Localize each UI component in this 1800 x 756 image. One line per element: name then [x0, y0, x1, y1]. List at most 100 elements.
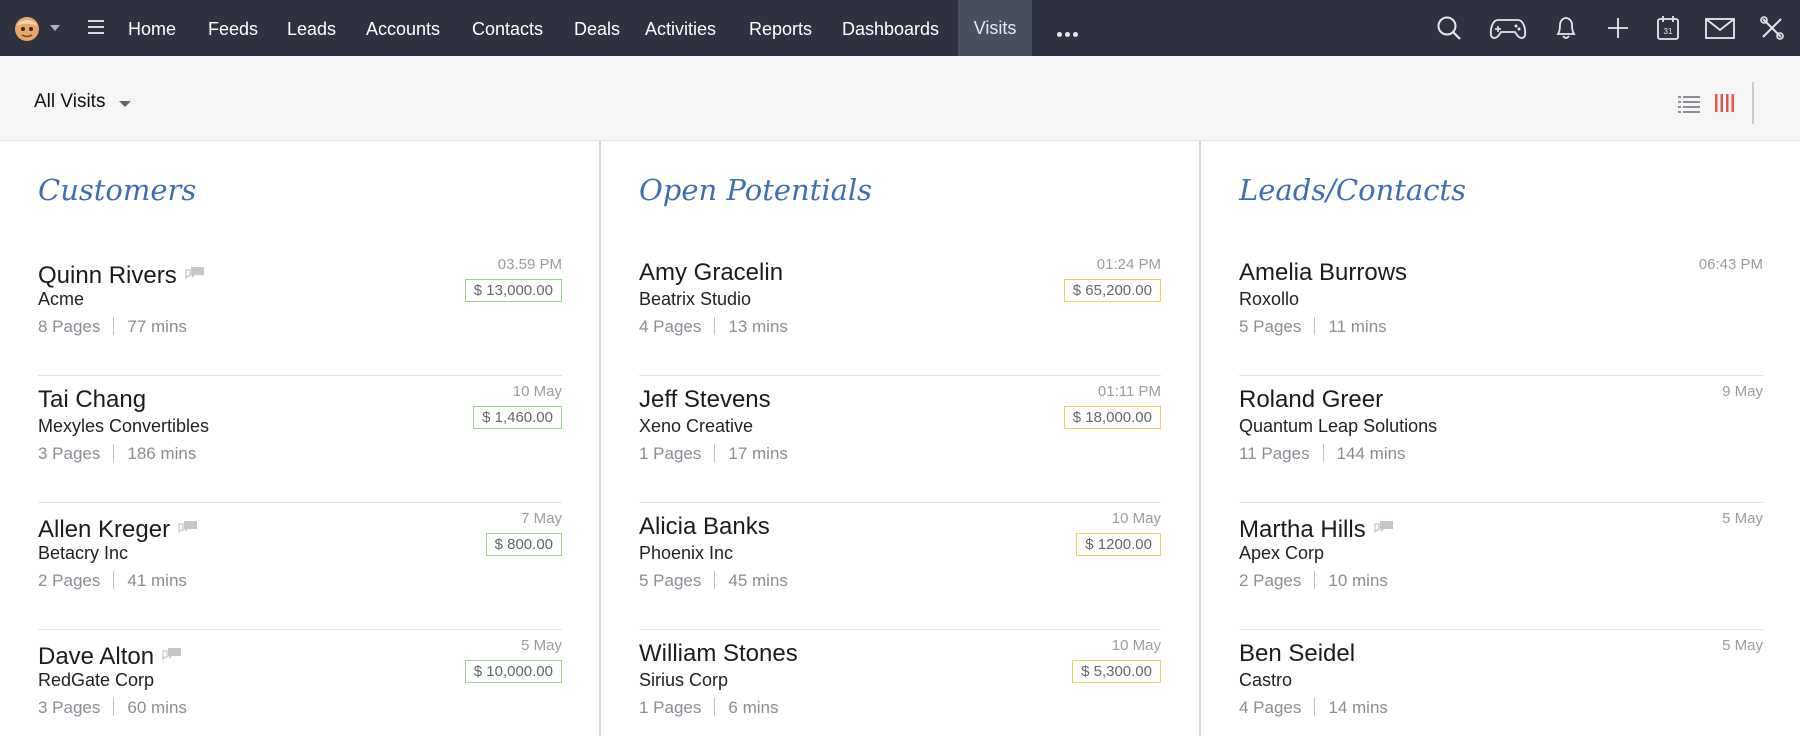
- company-name: Sirius Corp: [639, 670, 729, 690]
- visit-duration: 144 mins: [1336, 444, 1406, 463]
- column-title: Leads/Contacts: [1239, 173, 1466, 207]
- plus-icon[interactable]: [1604, 14, 1632, 42]
- tools-icon[interactable]: [1758, 14, 1786, 42]
- meta-divider: [714, 571, 716, 589]
- visit-card[interactable]: Quinn Rivers Acme 8 Pages 77 mins 03.59 PM $ …: [38, 249, 562, 376]
- meta-divider: [113, 698, 115, 716]
- visit-card[interactable]: Roland Greer Quantum Leap Solutions 11 Pag…: [1239, 376, 1763, 503]
- search-icon[interactable]: [1435, 14, 1463, 42]
- meta-divider: [1314, 317, 1316, 335]
- nav-reports[interactable]: Reports: [749, 0, 812, 56]
- pages-count: 4 Pages: [639, 317, 702, 336]
- visit-card[interactable]: Dave Alton RedGate Corp 3 Pages 60 mins 5 Ma…: [38, 630, 562, 756]
- list-view-icon[interactable]: [1678, 94, 1700, 114]
- visitor-name[interactable]: Martha Hills: [1239, 513, 1394, 544]
- hamburger-menu-icon[interactable]: [88, 20, 104, 34]
- visit-duration: 11 mins: [1328, 317, 1387, 336]
- mail-icon[interactable]: [1704, 14, 1736, 42]
- visitor-name-text[interactable]: Dave Alton: [38, 643, 154, 670]
- comment-icon[interactable]: [185, 259, 205, 280]
- meta-divider: [714, 317, 716, 335]
- app-logo-icon[interactable]: [10, 12, 44, 44]
- visit-card[interactable]: Allen Kreger Betacry Inc 2 Pages 41 mins 7 M…: [38, 503, 562, 630]
- visit-card[interactable]: Tai Chang Mexyles Convertibles 3 Pages 186 …: [38, 376, 562, 503]
- visit-card[interactable]: Jeff Stevens Xeno Creative 1 Pages 17 mins 0…: [639, 376, 1161, 503]
- visit-duration: 41 mins: [127, 571, 187, 590]
- comment-icon[interactable]: [178, 513, 198, 534]
- visitor-name[interactable]: Jeff Stevens: [639, 386, 771, 414]
- visit-duration: 60 mins: [127, 698, 187, 717]
- visit-card[interactable]: William Stones Sirius Corp 1 Pages 6 mins 10…: [639, 630, 1161, 756]
- gamepad-icon[interactable]: [1489, 14, 1527, 42]
- visit-stats: 1 Pages 17 mins: [639, 444, 788, 464]
- visit-duration: 6 mins: [728, 698, 779, 717]
- visitor-name-text[interactable]: Ben Seidel: [1239, 640, 1355, 667]
- nav-leads[interactable]: Leads: [287, 0, 336, 56]
- meta-divider: [113, 444, 115, 462]
- comment-icon[interactable]: [162, 640, 182, 661]
- visit-stats: 2 Pages 10 mins: [1239, 571, 1388, 591]
- visitor-name-text[interactable]: Jeff Stevens: [639, 386, 771, 413]
- visitor-name-text[interactable]: Amy Gracelin: [639, 259, 783, 286]
- company-name: RedGate Corp: [38, 670, 155, 690]
- visit-time: 9 May: [1722, 383, 1763, 400]
- visit-duration: 13 mins: [728, 317, 788, 336]
- visitor-name[interactable]: Dave Alton: [38, 640, 182, 671]
- visit-time: 5 May: [1722, 510, 1763, 527]
- visitor-name[interactable]: Quinn Rivers: [38, 259, 205, 290]
- visit-time: 06:43 PM: [1698, 256, 1763, 273]
- visit-card[interactable]: Amy Gracelin Beatrix Studio 4 Pages 13 mins…: [639, 249, 1161, 376]
- pages-count: 2 Pages: [38, 571, 101, 590]
- more-options-icon[interactable]: [1057, 24, 1081, 37]
- meta-divider: [113, 571, 115, 589]
- nav-contacts[interactable]: Contacts: [472, 0, 543, 56]
- visitor-name[interactable]: Ben Seidel: [1239, 640, 1355, 668]
- visitor-name[interactable]: Amy Gracelin: [639, 259, 783, 287]
- visit-card[interactable]: Amelia Burrows Roxollo 5 Pages 11 mins 06:43…: [1239, 249, 1763, 376]
- visitor-name-text[interactable]: Alicia Banks: [639, 513, 770, 540]
- visitor-name[interactable]: Tai Chang: [38, 386, 146, 414]
- nav-feeds[interactable]: Feeds: [208, 0, 258, 56]
- company-name: Castro: [1239, 670, 1293, 690]
- visitor-name-text[interactable]: Amelia Burrows: [1239, 259, 1407, 286]
- column-title: Open Potentials: [639, 173, 873, 207]
- amount-badge: $ 10,000.00: [464, 660, 562, 683]
- visitor-name-text[interactable]: Tai Chang: [38, 386, 146, 413]
- bell-icon[interactable]: [1552, 14, 1580, 42]
- pages-count: 8 Pages: [38, 317, 101, 336]
- visitor-name[interactable]: William Stones: [639, 640, 798, 668]
- calendar-icon[interactable]: 31: [1654, 14, 1682, 42]
- calendar-day-text: 31: [1664, 27, 1673, 36]
- nav-deals[interactable]: Deals: [574, 0, 620, 56]
- nav-dashboards[interactable]: Dashboards: [842, 0, 939, 56]
- nav-accounts[interactable]: Accounts: [366, 0, 440, 56]
- visit-card[interactable]: Alicia Banks Phoenix Inc 5 Pages 45 mins 10 …: [639, 503, 1161, 630]
- visitor-name[interactable]: Amelia Burrows: [1239, 259, 1407, 287]
- meta-divider: [714, 698, 716, 716]
- visitor-name-text[interactable]: Quinn Rivers: [38, 262, 177, 289]
- comment-icon[interactable]: [1374, 513, 1394, 534]
- visitor-name-text[interactable]: Roland Greer: [1239, 386, 1383, 413]
- visitor-name-text[interactable]: William Stones: [639, 640, 798, 667]
- view-selector[interactable]: All Visits: [34, 91, 105, 113]
- nav-home[interactable]: Home: [128, 0, 176, 56]
- visitor-name-text[interactable]: Martha Hills: [1239, 516, 1366, 543]
- nav-visits[interactable]: Visits: [958, 0, 1032, 56]
- kanban-view-icon[interactable]: [1714, 92, 1736, 114]
- visit-stats: 4 Pages 14 mins: [1239, 698, 1388, 718]
- visit-card[interactable]: Martha Hills Apex Corp 2 Pages 10 mins 5 May: [1239, 503, 1763, 630]
- visitor-name[interactable]: Allen Kreger: [38, 513, 198, 544]
- amount-badge: $ 1,460.00: [473, 406, 562, 429]
- nav-activities[interactable]: Activities: [645, 0, 716, 56]
- meta-divider: [714, 444, 716, 462]
- visitor-name[interactable]: Alicia Banks: [639, 513, 770, 541]
- logo-dropdown-caret-icon[interactable]: [50, 25, 60, 31]
- amount-badge: $ 800.00: [485, 533, 562, 556]
- visitor-name[interactable]: Roland Greer: [1239, 386, 1383, 414]
- meta-divider: [113, 317, 115, 335]
- chevron-down-icon[interactable]: [119, 101, 131, 107]
- pages-count: 2 Pages: [1239, 571, 1302, 590]
- visitor-name-text[interactable]: Allen Kreger: [38, 516, 170, 543]
- visit-card[interactable]: Ben Seidel Castro 4 Pages 14 mins 5 May: [1239, 630, 1763, 756]
- visit-duration: 14 mins: [1328, 698, 1388, 717]
